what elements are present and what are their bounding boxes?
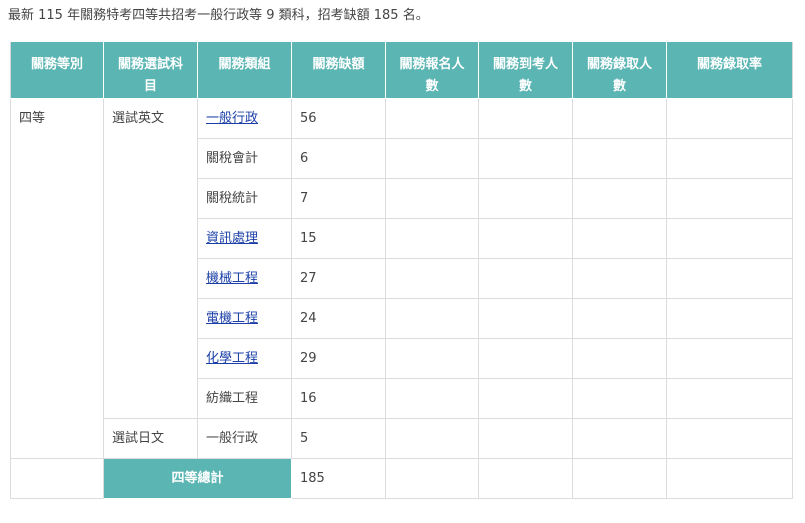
header-category: 關務類組 (197, 42, 292, 99)
category-label: 關稅統計 (206, 190, 259, 206)
attendees-cell (478, 338, 573, 379)
attendees-cell (478, 418, 573, 459)
category-cell: 機械工程 (197, 258, 292, 299)
attendees-cell (478, 218, 573, 259)
applicants-cell (385, 178, 479, 219)
admission-rate-cell (666, 138, 793, 179)
vacancy-cell: 24 (291, 298, 386, 339)
total-admitted-cell (572, 458, 667, 499)
admitted-cell (572, 258, 667, 299)
intro-text: 最新 115 年關務特考四等共招考一般行政等 9 類科，招考缺額 185 名。 (8, 8, 429, 23)
applicants-cell (385, 138, 479, 179)
vacancy-cell: 27 (291, 258, 386, 299)
vacancy-cell: 5 (291, 418, 386, 459)
category-cell: 一般行政 (197, 98, 292, 139)
total-label: 四等總計 (103, 458, 292, 499)
header-row: 關務等別 關務選試科目 關務類組 關務缺額 關務報名人數 關務到考人數 關務錄取… (10, 42, 793, 99)
total-value: 185 (291, 458, 386, 499)
attendees-cell (478, 378, 573, 419)
total-row: 四等總計 185 (10, 458, 793, 499)
header-vacancy: 關務缺額 (291, 42, 386, 99)
header-admission-rate: 關務錄取率 (666, 42, 793, 99)
category-cell: 一般行政 (197, 418, 292, 459)
admitted-cell (572, 218, 667, 259)
exam-vacancy-table: 關務等別 關務選試科目 關務類組 關務缺額 關務報名人數 關務到考人數 關務錄取… (10, 42, 793, 499)
category-label: 關稅會計 (206, 150, 259, 166)
category-cell: 化學工程 (197, 338, 292, 379)
vacancy-cell: 15 (291, 218, 386, 259)
vacancy-cell: 29 (291, 338, 386, 379)
category-link[interactable]: 電機工程 (206, 311, 258, 326)
admission-rate-cell (666, 218, 793, 259)
applicants-cell (385, 218, 479, 259)
category-link[interactable]: 化學工程 (206, 351, 258, 366)
category-cell: 電機工程 (197, 298, 292, 339)
header-subject: 關務選試科目 (103, 42, 198, 99)
category-label: 紡織工程 (206, 390, 259, 406)
category-link[interactable]: 機械工程 (206, 271, 258, 286)
category-label: 一般行政 (206, 430, 259, 446)
table-row: 選試日文 一般行政 5 (11, 418, 793, 459)
admitted-cell (572, 378, 667, 419)
admitted-cell (572, 338, 667, 379)
admission-rate-cell (666, 418, 793, 459)
header-admitted: 關務錄取人數 (572, 42, 667, 99)
admission-rate-cell (666, 298, 793, 339)
category-link[interactable]: 一般行政 (206, 111, 258, 126)
header-attendees: 關務到考人數 (478, 42, 573, 99)
admission-rate-cell (666, 338, 793, 379)
attendees-cell (478, 258, 573, 299)
level-cell: 四等 (10, 98, 104, 459)
vacancy-cell: 7 (291, 178, 386, 219)
vacancy-cell: 16 (291, 378, 386, 419)
subject-cell: 選試英文 (103, 98, 198, 419)
admitted-cell (572, 138, 667, 179)
category-link[interactable]: 資訊處理 (206, 231, 258, 246)
total-blank-cell (10, 458, 104, 499)
admitted-cell (572, 298, 667, 339)
attendees-cell (478, 138, 573, 179)
header-applicants: 關務報名人數 (385, 42, 479, 99)
category-cell: 關稅會計 (197, 138, 292, 179)
total-admission-rate-cell (666, 458, 793, 499)
admitted-cell (572, 178, 667, 219)
table-row: 四等 選試英文 一般行政 56 (10, 98, 793, 459)
applicants-cell (385, 378, 479, 419)
admitted-cell (572, 418, 667, 459)
applicants-cell (385, 98, 479, 139)
total-applicants-cell (385, 458, 479, 499)
attendees-cell (478, 98, 573, 139)
applicants-cell (385, 418, 479, 459)
category-cell: 關稅統計 (197, 178, 292, 219)
admission-rate-cell (666, 98, 793, 139)
category-cell: 資訊處理 (197, 218, 292, 259)
admission-rate-cell (666, 378, 793, 419)
attendees-cell (478, 178, 573, 219)
subject-cell: 選試日文 (103, 418, 198, 459)
applicants-cell (385, 298, 479, 339)
category-cell: 紡織工程 (197, 378, 292, 419)
admission-rate-cell (666, 258, 793, 299)
admitted-cell (572, 98, 667, 139)
applicants-cell (385, 338, 479, 379)
total-attendees-cell (478, 458, 573, 499)
header-level: 關務等別 (10, 42, 104, 99)
attendees-cell (478, 298, 573, 339)
admission-rate-cell (666, 178, 793, 219)
vacancy-cell: 56 (291, 98, 386, 139)
applicants-cell (385, 258, 479, 299)
vacancy-cell: 6 (291, 138, 386, 179)
